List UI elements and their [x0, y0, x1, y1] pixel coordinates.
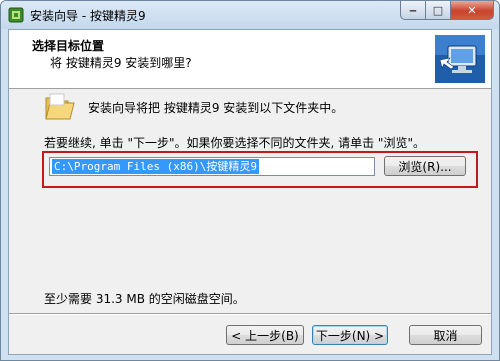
- disk-space-note: 至少需要 31.3 MB 的空闲磁盘空间。: [44, 292, 245, 306]
- maximize-icon: □: [432, 3, 444, 17]
- page-title: 选择目标位置: [32, 39, 105, 53]
- minimize-button[interactable]: ‒: [400, 1, 426, 20]
- cancel-button[interactable]: 取消: [409, 325, 482, 345]
- next-button[interactable]: 下一步(N) >: [312, 325, 388, 345]
- install-destination-text: 安装向导将把 按键精灵9 安装到以下文件夹中。: [88, 101, 344, 115]
- browse-button[interactable]: 浏览(R)...: [384, 156, 466, 176]
- instruction-text: 若要继续, 单击 "下一步"。如果你要选择不同的文件夹, 请单击 "浏览"。: [44, 136, 425, 150]
- page-subtitle: 将 按键精灵9 安装到哪里?: [50, 56, 192, 70]
- install-path-value: C:\Program Files (x86)\按键精灵9: [52, 159, 259, 174]
- close-button[interactable]: ✕: [451, 1, 494, 20]
- wizard-client-area: 选择目标位置 将 按键精灵9 安装到哪里? 安装向导将把 按键精灵9 安装到以下…: [8, 29, 492, 355]
- folder-icon: [45, 93, 75, 120]
- caption-buttons: ‒ □ ✕: [400, 1, 494, 20]
- footer-divider: [9, 313, 491, 315]
- maximize-button[interactable]: □: [426, 1, 451, 20]
- title-bar[interactable]: 安装向导 - 按键精灵9 ‒ □ ✕: [1, 1, 499, 29]
- wizard-header: 选择目标位置 将 按键精灵9 安装到哪里?: [9, 30, 491, 89]
- computer-install-icon: [435, 35, 485, 83]
- app-icon: [8, 7, 24, 23]
- installer-window: 安装向导 - 按键精灵9 ‒ □ ✕ 选择目标位置 将 按键精灵9 安装到哪里?: [0, 0, 500, 361]
- window-title: 安装向导 - 按键精灵9: [30, 9, 146, 23]
- install-path-field[interactable]: C:\Program Files (x86)\按键精灵9: [49, 157, 375, 176]
- minimize-icon: ‒: [409, 3, 417, 17]
- close-icon: ✕: [467, 3, 477, 17]
- back-button[interactable]: < 上一步(B): [226, 325, 304, 345]
